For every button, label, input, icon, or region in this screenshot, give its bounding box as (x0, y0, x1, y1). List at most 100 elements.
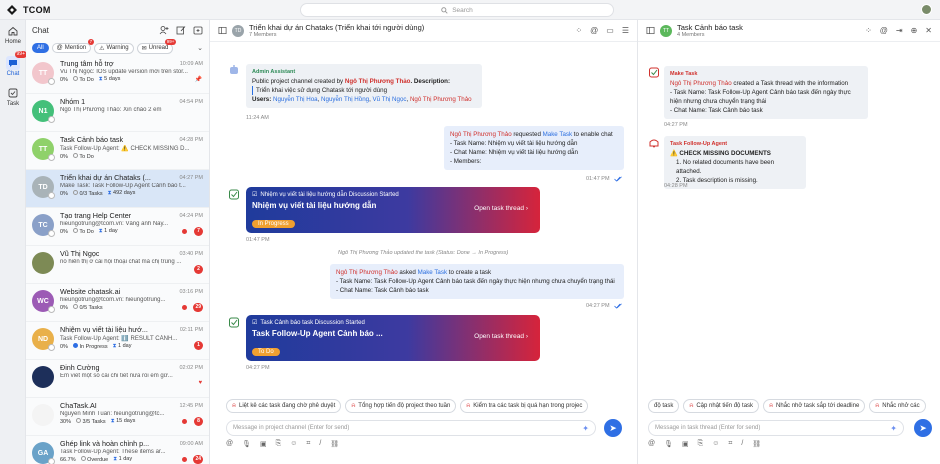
sidebar-toggle-icon[interactable] (218, 26, 227, 35)
make-task-line1: - Task Name: Task Follow-Up Agent Cảnh b… (670, 89, 851, 105)
sidebar-toggle-icon[interactable] (646, 26, 655, 35)
open-task-thread-link[interactable]: Open task thread › (474, 205, 528, 212)
conversation-name: Triển khai dự án Chataks (... (60, 173, 151, 182)
conversation-item[interactable]: N1 Nhóm 1 04:54 PM Ngô Thị Phương Thảo: Xin… (26, 94, 209, 132)
app-logo[interactable]: TCOM (6, 4, 51, 16)
add-contact-icon[interactable] (159, 25, 169, 35)
format-icon[interactable]: ⌗ (306, 440, 310, 448)
menu-icon[interactable]: ☰ (622, 26, 629, 35)
slash-command-icon[interactable]: / (741, 440, 743, 448)
filter-mention[interactable]: @ Mention 7 (51, 39, 95, 53)
format-icon[interactable]: ⌗ (728, 440, 732, 448)
message-input[interactable]: Message in project channel (Enter for se… (226, 420, 596, 436)
status-ring-icon (72, 228, 78, 233)
task-card-1[interactable]: ☑ Nhiệm vụ viết tài liệu hướng dẫn Discus… (246, 187, 540, 233)
suggestion-chip[interactable]: ⍾ Cập nhật tiến độ task (683, 399, 760, 413)
pin-icon[interactable]: 📌 (195, 76, 202, 83)
mention-icon[interactable]: @ (880, 26, 888, 35)
task-status-label: To Do (79, 229, 94, 235)
conversation-item[interactable]: ND Nhiệm vụ viết tài liệu hướ... 02:11 PM T… (26, 322, 209, 360)
user-link[interactable]: Ngô Thị Phương Thảo (410, 96, 472, 103)
conversation-time: 04:27 PM (179, 174, 203, 181)
conversation-preview: nó hiển thị ở cái hội thoại chat mà chị … (60, 259, 182, 265)
rail-home[interactable]: Home (0, 24, 26, 45)
add-member-icon[interactable]: ⊕ (911, 26, 918, 35)
avatar-initials: TT (38, 145, 48, 153)
apps-icon[interactable]: ⁘ (865, 26, 872, 35)
duration: ⧗ 1 day (113, 456, 132, 463)
rail-chat[interactable]: 99+ Chat (0, 51, 27, 77)
conversation-item[interactable]: GA Ghép link và hoàn chỉnh p... 09:00 AM Ta… (26, 436, 209, 464)
mic-icon[interactable]: 🎙 (242, 440, 251, 448)
conversation-item[interactable]: TC Tạo trang Help Center 04:24 PM hieungotr… (26, 208, 209, 246)
admin-line1: Public project channel created by Ngô Th… (252, 77, 476, 86)
user-link[interactable]: Vũ Thị Ngọc (373, 96, 407, 103)
ai-sparkle-icon[interactable]: ✦ (582, 424, 589, 433)
heart-icon[interactable]: ♥ (198, 380, 202, 386)
thread-suggestion-bar: độ task ⍾ Cập nhật tiến độ task ⍾ Nhắc nhở… (638, 399, 936, 413)
exit-icon[interactable]: ⇥ (896, 26, 903, 35)
at-mention-icon[interactable]: @ (226, 440, 233, 448)
image-icon[interactable]: ▣ (682, 440, 689, 448)
emoji-icon[interactable]: ☺ (712, 440, 719, 448)
panel-toggle-icon[interactable]: ▭ (606, 26, 614, 35)
suggestion-chip[interactable]: ⍾ Nhắc nhở task sắp tới deadline (763, 399, 866, 413)
send-button[interactable]: ➤ (604, 419, 622, 437)
hourglass-icon: ⧗ (98, 76, 103, 82)
conversation-item[interactable]: Đinh Cường 02:02 PM Em viết một số cái chi… (26, 360, 209, 398)
admin-message: Admin Assistant Public project channel c… (246, 64, 482, 108)
open-task-thread-link[interactable]: Open task thread › (474, 333, 528, 340)
emoji-icon[interactable]: ☺ (290, 440, 297, 448)
compose-icon[interactable] (176, 25, 186, 35)
card-2-header: ☑ Task Cảnh báo task Discussion Started (252, 319, 534, 327)
user-link[interactable]: Nguyễn Thị Hoa (273, 96, 318, 103)
close-icon[interactable]: ✕ (925, 26, 932, 35)
user-link[interactable]: Nguyễn Thị Hồng (321, 96, 369, 103)
conversation-name: Website chatask.ai (60, 287, 121, 296)
conversation-item[interactable]: TT Trung tâm hỗ trợ 10:09 AM Vũ Thị Ngọc: I… (26, 56, 209, 94)
mention-icon[interactable]: @ (590, 26, 598, 35)
hourglass-icon: ⧗ (112, 343, 117, 349)
conversation-item[interactable]: Vũ Thị Ngọc 03:40 PM nó hiển thị ở cái hội… (26, 246, 209, 284)
new-group-icon[interactable] (193, 25, 203, 35)
suggestion-chip[interactable]: ⍾ Nhắc nhở các (869, 399, 926, 413)
presence-dot (48, 458, 55, 464)
search-input[interactable]: Search (300, 3, 614, 17)
conversation-preview: hieungotrung@tcom.vn: hieungotrung... (60, 297, 166, 303)
filter-unread[interactable]: ✉ Unread 99+ (136, 38, 177, 54)
filter-warning[interactable]: ⚠ Warning (94, 42, 134, 54)
chevron-down-icon[interactable]: ⌄ (197, 44, 203, 52)
rail-task[interactable]: Task (0, 86, 26, 107)
slash-command-icon[interactable]: / (319, 440, 321, 448)
conversation-item[interactable]: TT Task Cảnh báo task 04:28 PM Task Follow-… (26, 132, 209, 170)
request-time: 01:47 PM (586, 176, 610, 182)
suggestion-chip[interactable]: độ task (648, 399, 680, 413)
apps-icon[interactable]: ⁘ (575, 26, 582, 35)
conversation-item[interactable]: TD Triển khai dự án Chataks (... 04:27 PM M… (26, 170, 209, 208)
conversation-time: 02:02 PM (179, 364, 203, 371)
conversation-item[interactable]: WC Website chatask.ai 03:16 PM hieungotrung… (26, 284, 209, 322)
filter-all[interactable]: All (32, 43, 49, 53)
task-card-2[interactable]: ☑ Task Cảnh báo task Discussion Started T… (246, 315, 540, 361)
task-status-label: 0/5 Tasks (79, 305, 103, 311)
attachment-icon[interactable]: ⎘ (698, 440, 704, 448)
duration: ⧗ 492 days (108, 190, 136, 197)
user-avatar[interactable] (921, 4, 932, 15)
at-mention-icon[interactable]: @ (648, 440, 655, 448)
chat-filters: All @ Mention 7 ⚠ Warning ✉ Unread 99+ ⌄ (26, 38, 209, 56)
attachment-icon[interactable]: ⎘ (276, 440, 282, 448)
suggestion-chip[interactable]: ⍾ Tổng hợp tiến độ project theo tuần (345, 399, 457, 413)
avatar: WC (32, 290, 55, 313)
suggestion-chip[interactable]: ⍾ Kiểm tra các task bị quá hạn trong proj… (460, 399, 589, 413)
thread-message-input[interactable]: Message in task thread (Enter for send) … (648, 420, 904, 436)
link-icon[interactable]: ⛓ (752, 440, 761, 448)
link-icon[interactable]: ⛓ (330, 440, 339, 448)
request-target: Make Task (542, 131, 573, 138)
mic-icon[interactable]: 🎙 (664, 440, 673, 448)
ai-sparkle-icon[interactable]: ✦ (890, 424, 897, 433)
avatar: GA (32, 442, 55, 464)
thread-send-button[interactable]: ➤ (914, 419, 932, 437)
suggestion-chip[interactable]: ⍾ Liệt kê các task đang chờ phê duyệt (226, 399, 342, 413)
image-icon[interactable]: ▣ (260, 440, 267, 448)
conversation-item[interactable]: ChaTask.AI 12:45 PM Nguyễn Minh Tuấn: hieu… (26, 398, 209, 436)
